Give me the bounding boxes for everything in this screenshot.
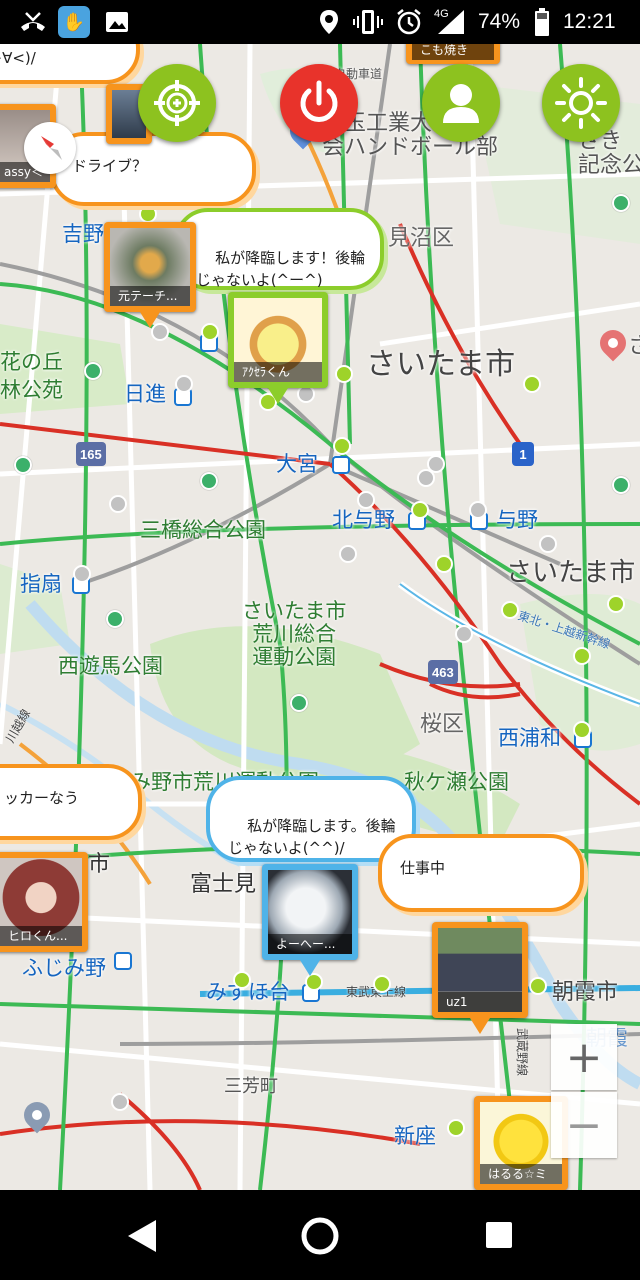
locate-target-button[interactable] [138,64,216,142]
back-icon[interactable] [126,1218,160,1258]
alarm-icon [394,0,424,44]
bubble-text: 私が降臨します！後輪 じゃないよ(^ー^) [196,248,366,289]
profile-button[interactable] [422,64,500,142]
bubble-text: 仕事中 [400,859,446,877]
user-name: はるる☆ミ [480,1164,562,1184]
recents-icon[interactable] [484,1220,514,1254]
navigation-bar [0,1190,640,1280]
user-name: よーへー... [268,934,352,954]
bubble-text: ッカーなう [4,789,80,807]
bubble-text: 私が降臨します。後輪 じゃないよ(^^)/ [228,816,396,857]
home-icon[interactable] [300,1216,340,1260]
user-name: ヒロくん... [0,926,82,946]
signal-icon [436,0,466,44]
bubble-text: ドライブ？ [72,157,148,175]
power-icon [300,80,338,122]
map-view[interactable]: 東北自動車道 埼玉工業大 会ハンドボール部 さき 記念公 見沼区 さいたま市 さ… [0,44,640,1190]
battery-percent: 74% [478,10,521,33]
zoom-out-button[interactable]: − [551,1092,617,1158]
bubble-text: *>∀<)/ [0,49,36,67]
app-notification-icon: ✋ [58,0,90,44]
user-name: ｱｸｾﾗくん [234,362,322,382]
compass-needle-icon [41,136,62,160]
speech-bubble[interactable]: 私が降臨します！後輪 じゃないよ(^ー^) [174,208,384,290]
speech-bubble[interactable]: ドライブ？ [50,132,256,206]
sun-icon [555,77,607,129]
power-button[interactable] [280,64,358,142]
person-icon [443,84,479,123]
speech-bubble[interactable]: *>∀<)/ [0,44,140,84]
user-marker[interactable]: ヒロくん... [0,852,88,952]
user-marker[interactable]: uz1 [432,922,528,1034]
battery-icon [534,0,550,44]
crosshair-icon [154,80,200,126]
brightness-button[interactable] [542,64,620,142]
user-marker[interactable]: よーへー... [262,864,358,976]
status-bar: ✋ 4G 74% 12:21 [0,0,640,44]
speech-bubble[interactable]: ッカーなう [0,764,142,840]
vibrate-icon [352,0,384,44]
user-name: こも焼き [412,44,494,60]
gallery-icon [104,0,130,44]
user-name: 元テーチ... [110,286,190,306]
missed-call-icon [18,0,48,44]
zoom-in-button[interactable]: + [551,1024,617,1090]
user-marker[interactable]: ｱｸｾﾗくん [228,292,328,404]
compass-button[interactable] [24,122,76,174]
user-marker[interactable]: 元テーチ... [104,222,196,328]
speech-bubble[interactable]: 仕事中 [378,834,584,912]
user-marker[interactable]: こも焼き [406,44,500,64]
location-icon [318,0,340,44]
user-name: uz1 [438,992,522,1012]
clock: 12:21 [563,10,616,33]
